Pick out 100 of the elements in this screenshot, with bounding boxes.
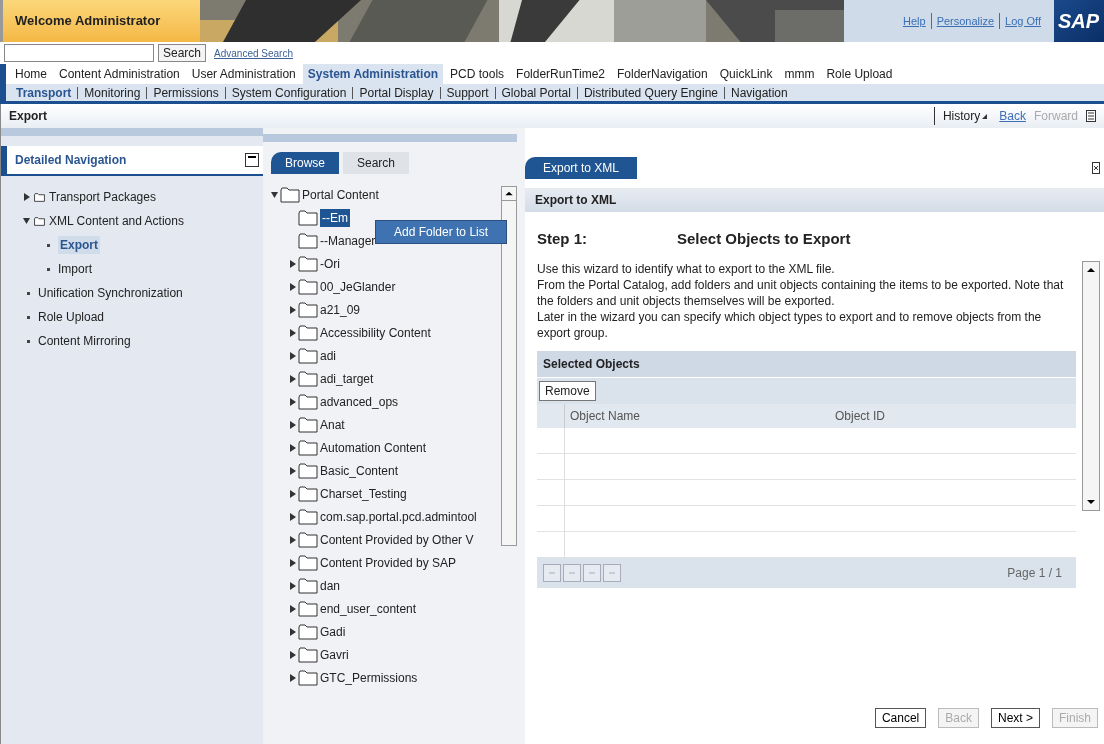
tree-item[interactable]: Accessibility Content — [320, 324, 431, 342]
tree-item[interactable]: end_user_content — [320, 600, 417, 618]
top-nav-tab[interactable]: FolderRunTime2 — [511, 64, 610, 84]
bullet-icon — [47, 243, 50, 247]
tree-item[interactable]: Gadi — [320, 623, 346, 641]
collapsed-icon[interactable] — [289, 513, 296, 521]
sub-nav-tab[interactable]: Support — [439, 86, 495, 99]
top-nav-tab[interactable]: FolderNavigation — [612, 64, 713, 84]
collapsed-icon[interactable] — [289, 421, 296, 429]
tree-item[interactable]: Anat — [320, 416, 345, 434]
collapsed-icon[interactable] — [289, 467, 296, 475]
tree-item[interactable]: Portal Content — [302, 186, 379, 204]
wizard-tab[interactable]: Export to XML — [525, 157, 638, 179]
sub-nav-tab[interactable]: System Configuration — [224, 86, 353, 99]
collapsed-icon[interactable] — [289, 651, 296, 659]
tree-item[interactable]: advanced_ops — [320, 393, 399, 411]
wizard-button[interactable]: Next > — [990, 708, 1040, 728]
nav-item[interactable]: Role Upload — [38, 308, 105, 326]
collapsed-icon[interactable] — [289, 559, 296, 567]
tree-item[interactable]: com.sap.portal.pcd.admintool — [320, 508, 477, 526]
sub-nav-tab[interactable]: Permissions — [146, 86, 225, 99]
back-link[interactable]: Back — [999, 107, 1034, 125]
nav-item[interactable]: Content Mirroring — [38, 332, 131, 350]
catalog-tab[interactable]: Browse — [271, 152, 339, 174]
collapsed-icon[interactable] — [289, 375, 296, 383]
top-nav-tab[interactable]: mmm — [779, 64, 820, 84]
collapsed-icon[interactable] — [23, 193, 30, 201]
top-nav-tab[interactable]: Home — [10, 64, 52, 84]
minimize-icon[interactable] — [245, 153, 259, 167]
catalog-tab[interactable]: Search — [343, 152, 410, 174]
nav-item[interactable]: Unification Synchronization — [38, 284, 183, 302]
tree-item[interactable]: Gavri — [320, 646, 349, 664]
advanced-search-link[interactable]: Advanced Search — [214, 45, 293, 61]
collapsed-icon[interactable] — [289, 329, 296, 337]
tree-item[interactable]: --Em — [320, 209, 350, 227]
tree-item[interactable]: Automation Content — [320, 439, 427, 457]
top-nav-tab[interactable]: PCD tools — [445, 64, 510, 84]
expanded-icon[interactable] — [271, 191, 278, 199]
scrollbar[interactable] — [1082, 260, 1100, 511]
collapsed-icon[interactable] — [289, 260, 296, 268]
menu-item[interactable]: Add Folder to List — [375, 220, 508, 244]
tree-item[interactable]: 00_JeGlander — [320, 278, 396, 296]
sub-nav-tab[interactable]: Distributed Query Engine — [576, 86, 724, 99]
search-field[interactable] — [4, 44, 154, 62]
remove-button[interactable]: Remove — [539, 380, 596, 401]
tree-item[interactable]: -Ori — [320, 255, 340, 273]
collapsed-icon[interactable] — [289, 352, 296, 360]
collapsed-icon[interactable] — [289, 306, 296, 314]
header-link[interactable]: Help — [898, 12, 931, 30]
tree-item[interactable]: Content Provided by Other V — [320, 531, 474, 549]
header-link[interactable]: Log Off — [999, 12, 1046, 30]
folder-icon — [298, 486, 318, 502]
top-nav-tab[interactable]: QuickLink — [714, 64, 778, 84]
collapsed-icon[interactable] — [289, 628, 296, 636]
scrollbar[interactable] — [501, 186, 517, 546]
history-menu[interactable]: History — [933, 107, 1000, 125]
folder-icon — [280, 187, 300, 203]
folder-icon — [298, 463, 318, 479]
top-nav-tab[interactable]: System Administration — [302, 64, 444, 84]
sub-nav-tab[interactable]: Navigation — [724, 86, 794, 99]
folder-icon — [298, 233, 318, 249]
tree-item[interactable]: GTC_Permissions — [320, 669, 418, 687]
sub-nav-tab[interactable]: Transport — [10, 86, 78, 99]
tree-item[interactable]: adi_target — [320, 370, 374, 388]
folder-icon — [298, 624, 318, 640]
tree-item[interactable]: Basic_Content — [320, 462, 399, 480]
collapsed-icon[interactable] — [289, 536, 296, 544]
nav-item[interactable]: Import — [58, 260, 92, 278]
collapsed-icon[interactable] — [289, 444, 296, 452]
menu-icon[interactable] — [1086, 110, 1096, 122]
wizard-button[interactable]: Cancel — [874, 708, 927, 728]
collapsed-icon[interactable] — [289, 398, 296, 406]
top-nav-tab[interactable]: User Administration — [186, 64, 301, 84]
expanded-icon[interactable] — [23, 217, 30, 225]
close-icon[interactable] — [1092, 162, 1100, 174]
sub-nav-tab[interactable]: Portal Display — [352, 86, 440, 99]
header-link[interactable]: Personalize — [930, 12, 1000, 30]
tree-item[interactable]: Charset_Testing — [320, 485, 407, 503]
top-nav-tab[interactable]: Content Administration — [54, 64, 185, 84]
column-header: Object Name — [569, 407, 642, 425]
collapsed-icon[interactable] — [289, 582, 296, 590]
tree-item[interactable]: adi — [320, 347, 336, 365]
bullet-icon — [27, 339, 30, 343]
tree-item[interactable]: --Manager — [320, 232, 376, 250]
collapsed-icon[interactable] — [289, 490, 296, 498]
nav-item[interactable]: XML Content and Actions — [49, 212, 184, 230]
collapsed-icon[interactable] — [289, 283, 296, 291]
search-button[interactable]: Search — [158, 44, 207, 62]
folder-icon — [298, 670, 318, 686]
sub-nav-tab[interactable]: Global Portal — [494, 86, 577, 99]
collapsed-icon[interactable] — [289, 674, 296, 682]
collapsed-icon[interactable] — [289, 605, 296, 613]
sub-nav-tab[interactable]: Monitoring — [77, 86, 147, 99]
tree-item[interactable]: Content Provided by SAP — [320, 554, 457, 572]
top-nav-tab[interactable]: Role Upload — [821, 64, 898, 84]
nav-item[interactable]: Transport Packages — [49, 188, 156, 206]
nav-item[interactable]: Export — [58, 236, 100, 254]
folder-icon — [34, 216, 45, 226]
tree-item[interactable]: a21_09 — [320, 301, 361, 319]
tree-item[interactable]: dan — [320, 577, 341, 595]
